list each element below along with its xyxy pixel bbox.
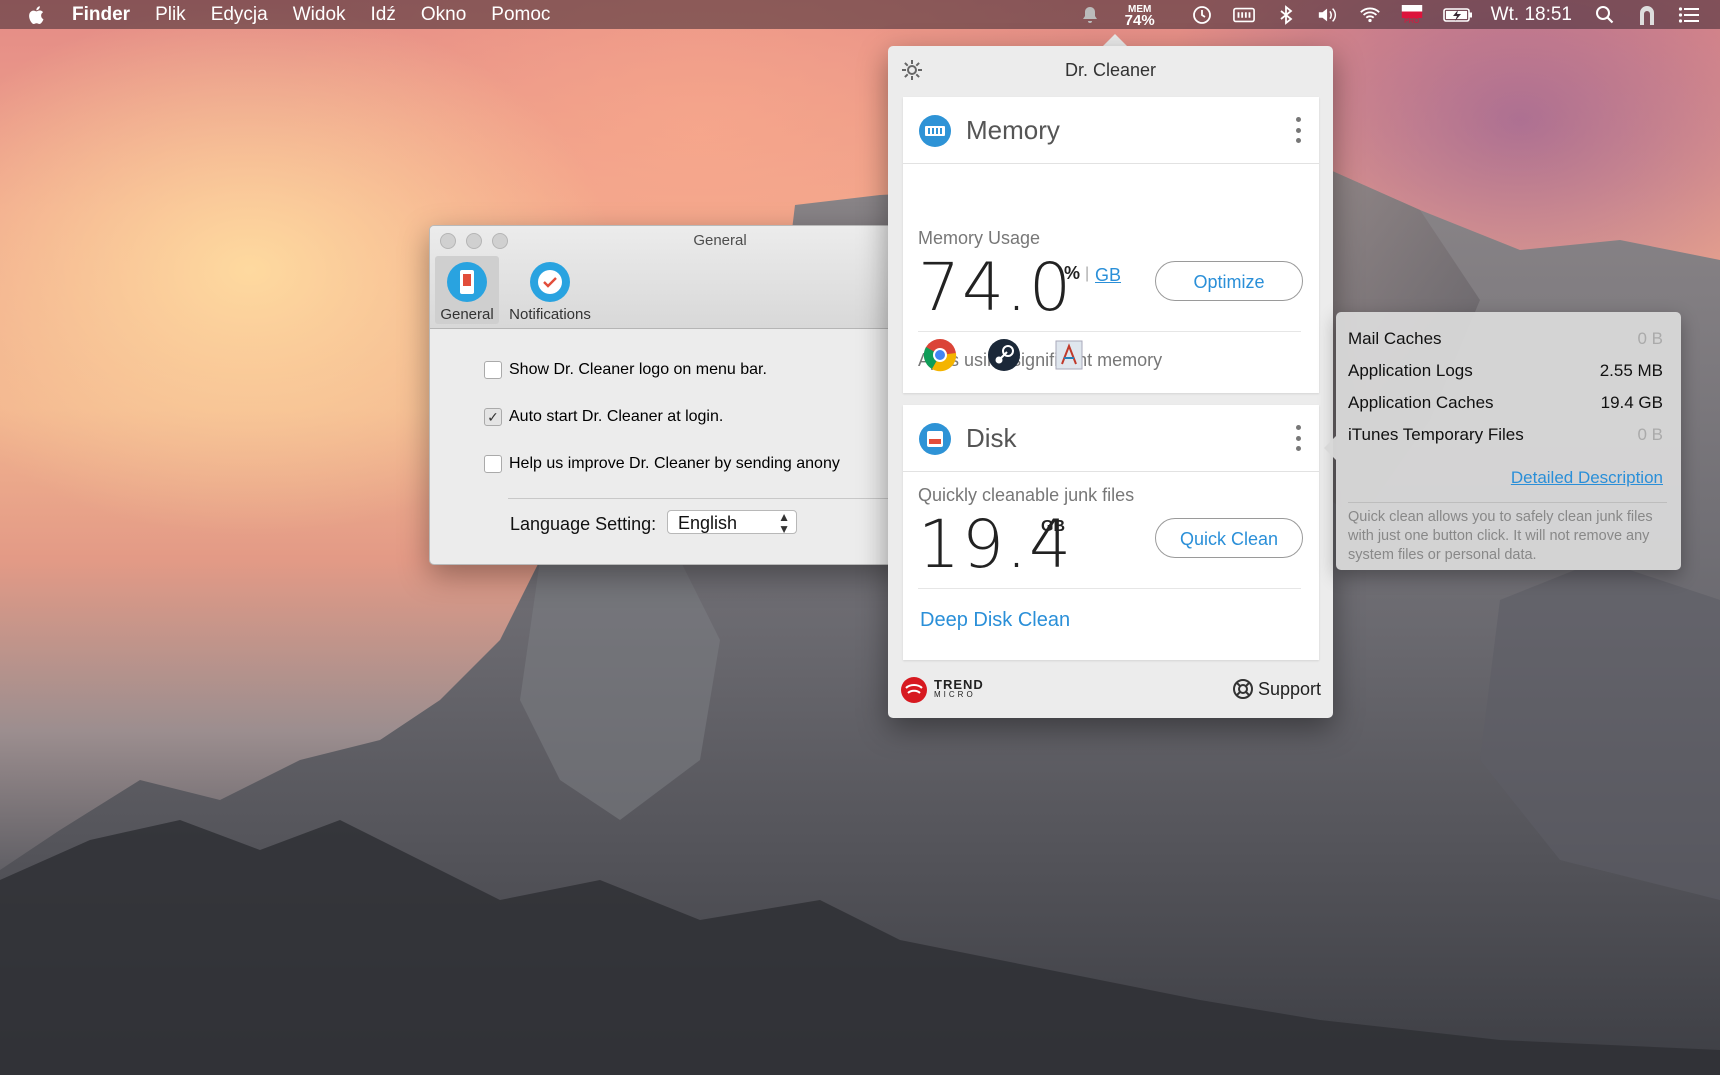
tooltip-divider: [1348, 502, 1667, 503]
auto-start-checkbox[interactable]: ✓: [484, 408, 502, 426]
optimize-button[interactable]: Optimize: [1155, 261, 1303, 301]
memory-divider: [918, 331, 1301, 332]
bluetooth-icon[interactable]: [1275, 4, 1297, 25]
trend-micro-logo[interactable]: TREND MICRO: [900, 676, 984, 704]
dr-cleaner-popover: Dr. Cleaner Memory Memory Usage 74.0 % |…: [888, 46, 1333, 718]
popover-caret: [1103, 34, 1127, 46]
flag-pro-label: PRO: [1404, 17, 1420, 25]
general-icon: [447, 262, 487, 302]
junk-row-value: 19.4 GB: [1600, 393, 1663, 412]
general-preferences-window: General General Notifications Show Dr. C…: [429, 225, 901, 565]
memory-card-header: Memory: [903, 97, 1319, 164]
keyboard-icon[interactable]: [1232, 5, 1255, 25]
notification-center-icon[interactable]: [1678, 5, 1700, 25]
junk-row-name: iTunes Temporary Files: [1348, 425, 1524, 444]
show-logo-label: Show Dr. Cleaner logo on menu bar.: [509, 361, 767, 378]
tab-general[interactable]: General: [435, 256, 499, 324]
disk-title: Disk: [966, 423, 1017, 453]
trend-logo-line1: TREND: [934, 677, 984, 692]
memory-icon: [919, 115, 951, 147]
mem-value: 74%: [1124, 11, 1155, 29]
deep-disk-clean-link[interactable]: Deep Disk Clean: [920, 609, 1070, 632]
battery-icon[interactable]: [1442, 5, 1473, 25]
prefs-titlebar: General General Notifications: [430, 226, 900, 329]
support-label: Support: [1257, 678, 1321, 699]
menu-finder[interactable]: Finder: [72, 4, 130, 26]
trend-logo-line2: MICRO: [934, 690, 976, 699]
menu-pomoc[interactable]: Pomoc: [491, 4, 550, 26]
tab-notifications-label: Notifications: [509, 306, 591, 323]
clock[interactable]: Wt. 18:51: [1491, 4, 1572, 26]
spotlight-search-icon[interactable]: [1594, 5, 1616, 25]
menu-idz[interactable]: Idź: [371, 4, 396, 26]
help-improve-checkbox[interactable]: [484, 455, 502, 473]
junk-row-value: 2.55 MB: [1599, 361, 1663, 380]
quick-clean-note: Quick clean allows you to safely clean j…: [1348, 509, 1653, 563]
junk-details-tooltip: Mail Caches 0 B Application Logs 2.55 MB…: [1324, 312, 1681, 570]
prefs-divider: [508, 498, 900, 499]
junk-row-application-caches: Application Caches 19.4 GB: [1348, 393, 1663, 413]
language-select-value: English: [678, 513, 738, 533]
junk-row-value: 0 B: [1637, 329, 1663, 348]
chrome-icon[interactable]: [923, 338, 957, 372]
lifebuoy-icon: [1232, 679, 1253, 699]
junk-files-label: Quickly cleanable junk files: [918, 485, 1135, 505]
memory-title: Memory: [966, 115, 1060, 145]
memory-usage-label: Memory Usage: [918, 228, 1041, 248]
notification-bell-icon[interactable]: [1079, 5, 1101, 25]
disk-divider: [918, 588, 1301, 589]
junk-row-mail-caches: Mail Caches 0 B: [1348, 329, 1663, 349]
wifi-icon[interactable]: [1359, 5, 1381, 25]
disk-more-icon[interactable]: [1295, 425, 1301, 451]
detailed-description-link[interactable]: Detailed Description: [1511, 468, 1663, 488]
junk-row-itunes-temp: iTunes Temporary Files 0 B: [1348, 425, 1663, 445]
unit-divider: |: [1085, 265, 1090, 282]
option-help-improve[interactable]: Help us improve Dr. Cleaner by sending a…: [484, 455, 840, 473]
show-logo-checkbox[interactable]: [484, 361, 502, 379]
quick-clean-button[interactable]: Quick Clean: [1155, 518, 1303, 558]
junk-row-application-logs: Application Logs 2.55 MB: [1348, 361, 1663, 381]
user-icon[interactable]: [1636, 5, 1658, 25]
help-improve-label: Help us improve Dr. Cleaner by sending a…: [509, 455, 840, 472]
steam-icon[interactable]: [987, 338, 1021, 372]
memory-card: Memory Memory Usage 74.0 % | GB Optimize…: [903, 97, 1319, 393]
tooltip-caret: [1324, 436, 1336, 460]
trend-micro-icon: [901, 677, 927, 703]
menu-edycja[interactable]: Edycja: [211, 4, 268, 26]
menu-plik[interactable]: Plik: [155, 4, 186, 26]
junk-files-unit: GB: [1041, 518, 1065, 535]
prefs-window-title: General: [693, 232, 747, 249]
memory-unit-gb-link[interactable]: GB: [1095, 265, 1121, 286]
junk-row-name: Mail Caches: [1348, 329, 1442, 348]
disk-card-header: Disk: [903, 405, 1319, 472]
flag-poland-icon[interactable]: PRO: [1401, 4, 1423, 25]
popover-title: Dr. Cleaner: [1064, 60, 1157, 80]
tab-notifications[interactable]: Notifications: [502, 256, 598, 324]
language-select[interactable]: English ▲ ▼: [667, 510, 797, 536]
junk-row-name: Application Caches: [1348, 393, 1494, 412]
disk-card: Disk Quickly cleanable junk files 19.4 G…: [903, 405, 1319, 660]
option-auto-start[interactable]: ✓ Auto start Dr. Cleaner at login.: [484, 408, 723, 426]
time-machine-icon[interactable]: [1191, 5, 1213, 25]
menu-widok[interactable]: Widok: [293, 4, 346, 26]
option-show-logo[interactable]: Show Dr. Cleaner logo on menu bar.: [484, 361, 767, 379]
junk-row-name: Application Logs: [1348, 361, 1473, 380]
menu-okno[interactable]: Okno: [421, 4, 466, 26]
menu-bar: Finder Plik Edycja Widok Idź Okno Pomoc …: [0, 0, 1720, 29]
disk-icon: [919, 423, 951, 455]
auto-start-label: Auto start Dr. Cleaner at login.: [509, 408, 724, 425]
language-setting-label: Language Setting:: [510, 514, 657, 534]
support-link[interactable]: Support: [1232, 678, 1321, 700]
mem-badge[interactable]: MEM 74%: [1124, 4, 1155, 29]
select-arrows-icon: ▲ ▼: [778, 510, 790, 536]
memory-usage-value: 74.0: [918, 249, 1073, 326]
preview-icon[interactable]: [1052, 338, 1086, 372]
memory-more-icon[interactable]: [1295, 117, 1301, 143]
junk-row-value: 0 B: [1637, 425, 1663, 444]
tab-general-label: General: [440, 306, 494, 323]
memory-unit-percent[interactable]: %: [1064, 263, 1080, 284]
apple-icon[interactable]: [26, 4, 48, 26]
notifications-icon: [530, 262, 570, 302]
volume-icon[interactable]: [1317, 5, 1339, 25]
